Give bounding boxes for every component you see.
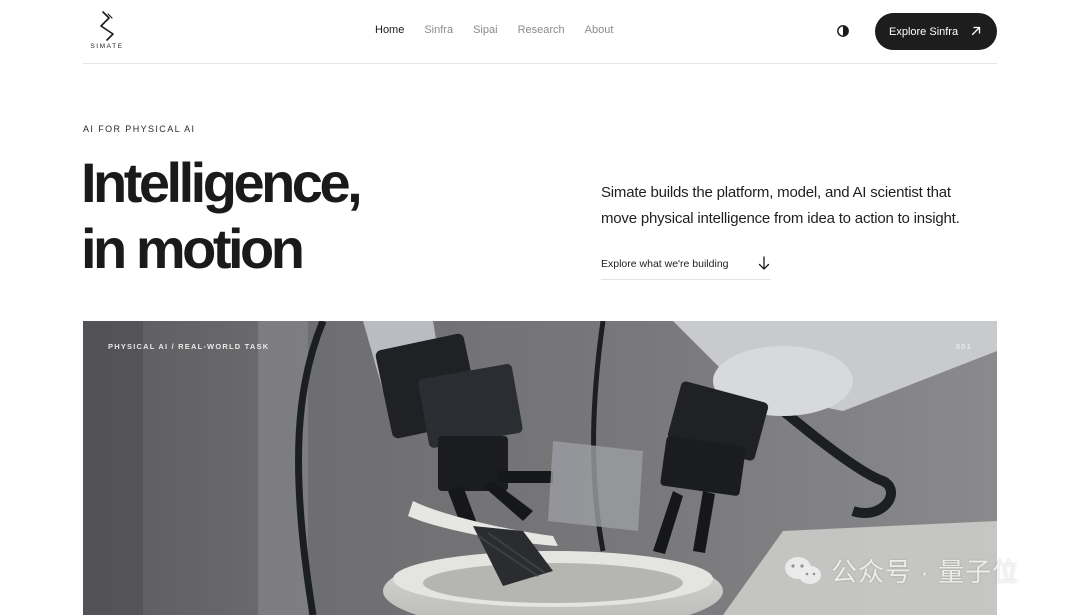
hero-headline: Intelligence, in motion xyxy=(81,150,363,282)
media-caption: PHYSICAL AI / REAL-WORLD TASK xyxy=(108,342,270,351)
main-nav: Home Sinfra Sipai Research About xyxy=(375,24,613,36)
arrow-up-right-icon xyxy=(971,26,981,36)
arrow-down-icon xyxy=(758,256,770,270)
nav-item-research[interactable]: Research xyxy=(518,24,565,36)
watermark: 公众号 · 量子位 xyxy=(783,552,1019,589)
explore-building-link[interactable]: Explore what we're building xyxy=(601,254,771,280)
media-index: 001 xyxy=(955,342,972,351)
simate-logo[interactable]: SIMATE xyxy=(87,11,127,53)
headline-line-1: Intelligence, xyxy=(81,151,363,214)
nav-item-sipai[interactable]: Sipai xyxy=(473,24,497,36)
wechat-icon xyxy=(785,556,821,584)
site-header: SIMATE Home Sinfra Sipai Research About … xyxy=(83,0,997,64)
hero-eyebrow: AI FOR PHYSICAL AI xyxy=(83,124,196,134)
headline-line-2: in motion xyxy=(81,217,305,280)
explore-link-label: Explore what we're building xyxy=(601,258,729,270)
nav-item-sinfra[interactable]: Sinfra xyxy=(424,24,453,36)
cta-label: Explore Sinfra xyxy=(889,25,959,38)
theme-toggle-button[interactable] xyxy=(836,24,850,38)
brand-name: SIMATE xyxy=(90,43,124,50)
contrast-icon xyxy=(837,25,849,37)
nav-item-about[interactable]: About xyxy=(585,24,614,36)
watermark-text: 公众号 · 量子位 xyxy=(831,557,1020,587)
explore-sinfra-button[interactable]: Explore Sinfra xyxy=(875,13,997,50)
hero-description: Simate builds the platform, model, and A… xyxy=(601,184,960,227)
nav-item-home[interactable]: Home xyxy=(375,24,404,36)
simate-logo-icon xyxy=(100,11,114,41)
